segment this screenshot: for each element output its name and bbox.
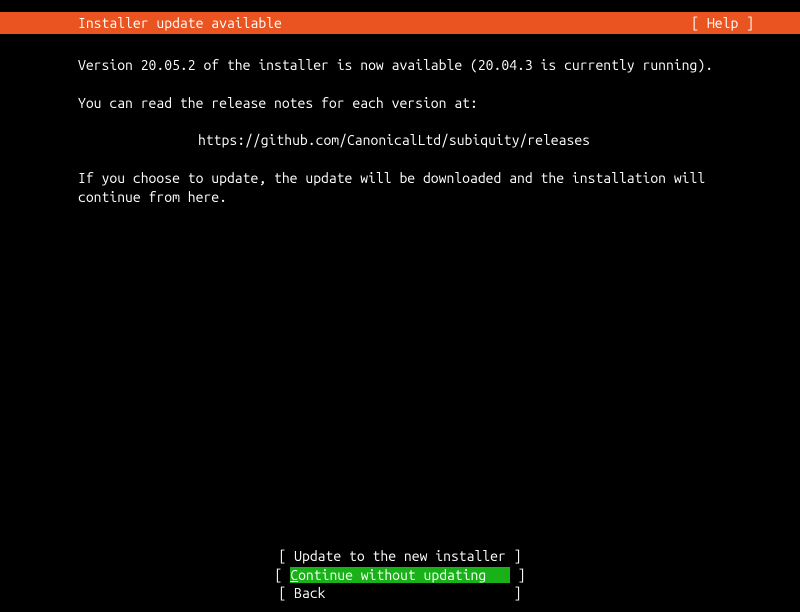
release-notes-url: https://github.com/CanonicalLtd/subiquit… bbox=[78, 131, 722, 151]
header-bar: Installer update available [ Help ] bbox=[0, 12, 800, 34]
bracket-open: [ bbox=[275, 567, 291, 583]
content-area: Version 20.05.2 of the installer is now … bbox=[0, 34, 800, 208]
continue-hotkey-char: C bbox=[290, 567, 298, 583]
release-notes-intro: You can read the release notes for each … bbox=[78, 94, 722, 114]
back-button[interactable]: [ Back ] bbox=[278, 584, 521, 602]
continue-without-updating-button[interactable]: [ Continue without updating ] bbox=[275, 566, 526, 584]
help-button[interactable]: [ Help ] bbox=[691, 15, 790, 31]
version-info-text: Version 20.05.2 of the installer is now … bbox=[78, 56, 722, 76]
update-installer-button[interactable]: [ Update to the new installer ] bbox=[278, 547, 521, 565]
page-title: Installer update available bbox=[10, 15, 282, 31]
continue-label: Continue without updating bbox=[290, 567, 510, 583]
bracket-close: ] bbox=[510, 567, 526, 583]
update-explanation-text: If you choose to update, the update will… bbox=[78, 169, 722, 208]
button-area: [ Update to the new installer ] [ Contin… bbox=[0, 547, 800, 602]
continue-rest-text: ontinue without updating bbox=[298, 567, 510, 583]
